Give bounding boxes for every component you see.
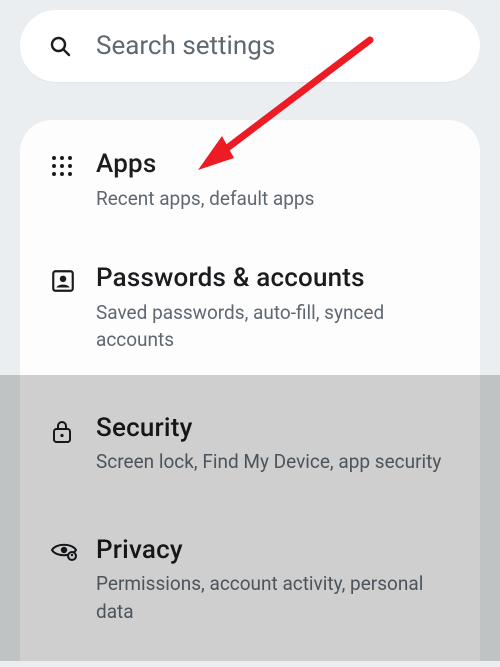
item-subtitle: Recent apps, default apps	[96, 185, 450, 213]
account-box-icon	[50, 268, 96, 294]
settings-item-passwords-accounts[interactable]: Passwords & accounts Saved passwords, au…	[20, 230, 480, 380]
item-title: Passwords & accounts	[96, 262, 450, 295]
overlay-shade	[0, 375, 500, 661]
overlay-bottom-strip	[0, 661, 500, 667]
item-subtitle: Saved passwords, auto-fill, synced accou…	[96, 299, 450, 354]
search-icon	[48, 34, 72, 58]
item-title: Apps	[96, 148, 450, 181]
apps-grid-icon	[50, 154, 96, 178]
search-bar[interactable]: Search settings	[20, 10, 480, 82]
settings-item-apps[interactable]: Apps Recent apps, default apps	[20, 120, 480, 230]
search-placeholder: Search settings	[96, 31, 275, 61]
